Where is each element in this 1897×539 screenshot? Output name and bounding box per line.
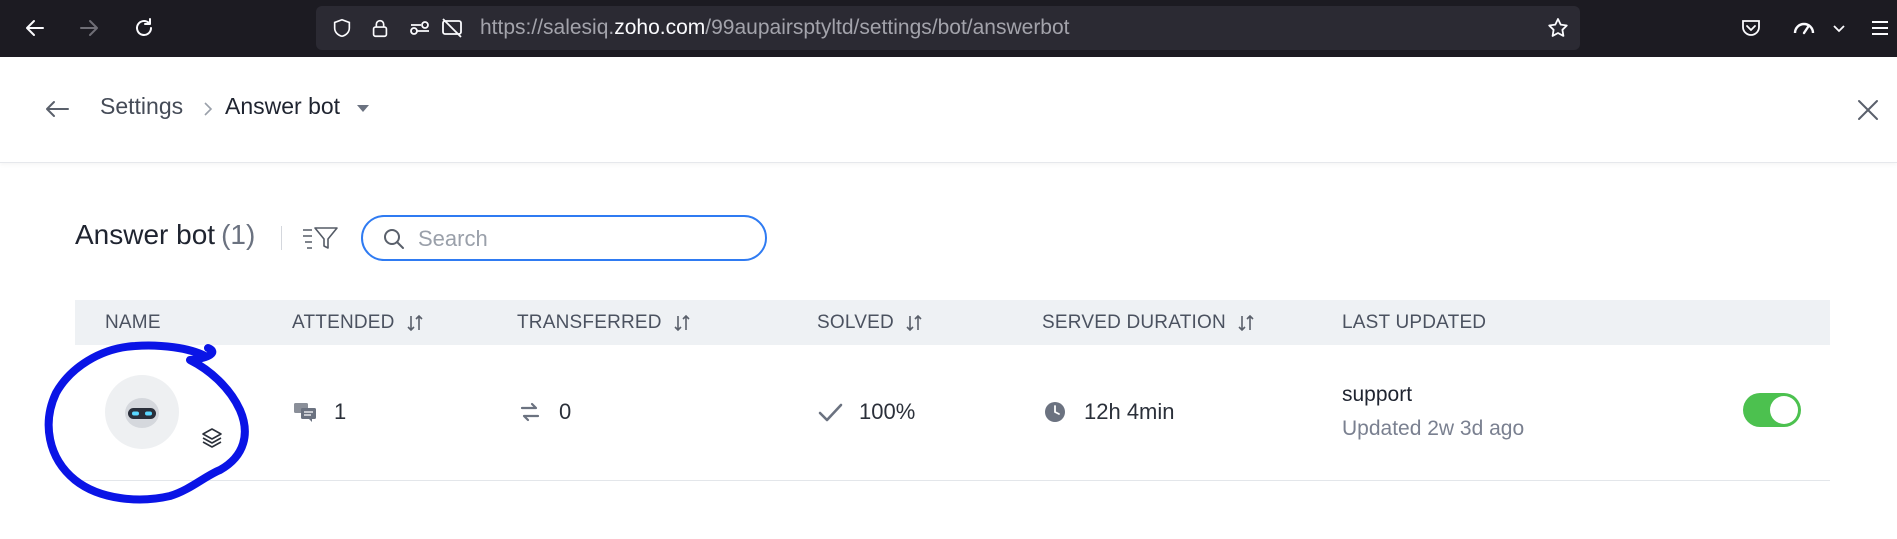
pocket-icon[interactable] bbox=[1733, 10, 1769, 46]
filter-icon[interactable] bbox=[301, 222, 341, 254]
breadcrumb-settings[interactable]: Settings bbox=[100, 93, 183, 120]
url-prefix: https://salesiq. bbox=[480, 16, 615, 39]
sort-icon[interactable] bbox=[405, 313, 425, 333]
column-label: ATTENDED bbox=[292, 311, 395, 333]
breadcrumb-current[interactable]: Answer bot bbox=[225, 93, 340, 120]
back-icon[interactable] bbox=[17, 10, 53, 46]
served-duration-cell: 12h 4min bbox=[1042, 397, 1175, 427]
column-label: LAST UPDATED bbox=[1342, 311, 1487, 333]
url-bar[interactable]: https://salesiq.zoho.com/99aupairsptyltd… bbox=[316, 6, 1580, 50]
column-label: SOLVED bbox=[817, 311, 894, 333]
table-row[interactable]: 1 0 100% 12h 4min support Updated 2w 3d … bbox=[75, 345, 1830, 481]
url-text[interactable]: https://salesiq.zoho.com/99aupairsptyltd… bbox=[480, 6, 1070, 50]
reload-icon[interactable] bbox=[126, 10, 162, 46]
transferred-cell: 0 bbox=[517, 397, 571, 427]
url-path: /99aupairsptyltd/settings/bot/answerbot bbox=[705, 16, 1070, 39]
search-box[interactable] bbox=[361, 215, 767, 261]
column-label: SERVED DURATION bbox=[1042, 311, 1226, 333]
page-title-text: Answer bot bbox=[75, 219, 216, 250]
column-label: NAME bbox=[105, 311, 161, 333]
chat-bubbles-icon bbox=[292, 399, 318, 425]
bot-count: (1) bbox=[221, 219, 256, 250]
search-icon bbox=[383, 228, 405, 250]
url-domain: zoho.com bbox=[614, 16, 706, 39]
robot-icon bbox=[125, 398, 159, 428]
close-icon[interactable] bbox=[1855, 97, 1881, 123]
last-updated-time: Updated 2w 3d ago bbox=[1342, 417, 1525, 440]
browser-toolbar: https://salesiq.zoho.com/99aupairsptyltd… bbox=[0, 0, 1897, 57]
sort-icon[interactable] bbox=[904, 313, 924, 333]
chevron-down-icon[interactable] bbox=[1826, 10, 1852, 46]
column-label: TRANSFERRED bbox=[517, 311, 662, 333]
forward-icon[interactable] bbox=[71, 10, 107, 46]
check-icon bbox=[817, 399, 843, 425]
transfer-icon bbox=[517, 399, 543, 425]
column-header-served-duration[interactable]: SERVED DURATION bbox=[1042, 300, 1256, 345]
solved-value: 100% bbox=[859, 399, 916, 424]
bot-enabled-toggle[interactable] bbox=[1743, 393, 1801, 427]
sort-icon[interactable] bbox=[672, 313, 692, 333]
caret-down-icon[interactable] bbox=[355, 102, 371, 114]
solved-cell: 100% bbox=[817, 397, 915, 427]
page-title: Answer bot (1) bbox=[75, 219, 255, 251]
sort-icon[interactable] bbox=[1236, 313, 1256, 333]
column-header-name: NAME bbox=[105, 300, 161, 345]
chevron-right-icon bbox=[200, 99, 216, 119]
attended-cell: 1 bbox=[292, 397, 346, 427]
app-header: Settings Answer bot bbox=[0, 57, 1897, 163]
transferred-value: 0 bbox=[559, 399, 572, 424]
divider bbox=[281, 226, 282, 250]
layers-icon bbox=[200, 426, 224, 450]
lock-icon[interactable] bbox=[362, 10, 398, 46]
column-header-solved[interactable]: SOLVED bbox=[817, 300, 924, 345]
back-arrow-icon[interactable] bbox=[42, 94, 72, 124]
extension-icon[interactable] bbox=[1786, 10, 1822, 46]
served-duration-value: 12h 4min bbox=[1084, 399, 1175, 424]
permissions-icon[interactable] bbox=[402, 10, 438, 46]
attended-value: 1 bbox=[334, 399, 347, 424]
table-header: NAME ATTENDED TRANSFERRED SOLVED SERVED … bbox=[75, 300, 1830, 345]
blocked-media-icon[interactable] bbox=[434, 10, 470, 46]
last-updated-by: support bbox=[1342, 383, 1413, 406]
column-header-transferred[interactable]: TRANSFERRED bbox=[517, 300, 692, 345]
bot-avatar[interactable] bbox=[105, 375, 179, 449]
toggle-knob bbox=[1770, 396, 1798, 424]
bookmark-star-icon[interactable] bbox=[1540, 10, 1576, 46]
shield-icon[interactable] bbox=[324, 10, 360, 46]
column-header-attended[interactable]: ATTENDED bbox=[292, 300, 425, 345]
menu-icon[interactable] bbox=[1862, 10, 1897, 46]
search-input[interactable] bbox=[416, 223, 750, 255]
clock-icon bbox=[1042, 399, 1068, 425]
column-header-last-updated: LAST UPDATED bbox=[1342, 300, 1486, 345]
